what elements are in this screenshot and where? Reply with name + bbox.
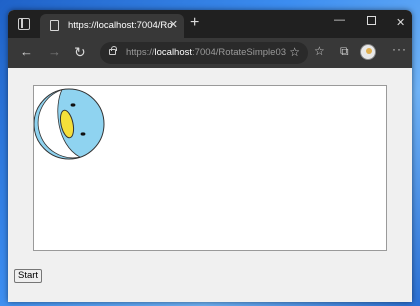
browser-window: https://localhost:7004/RotateSimple ✕ + … [8,10,412,302]
title-bar: https://localhost:7004/RotateSimple ✕ + … [8,10,412,38]
bird-eye-upper [70,103,76,107]
url-host: localhost [154,47,193,58]
minimize-button[interactable]: — [334,14,345,26]
back-button[interactable]: ← [20,45,33,59]
url-text[interactable]: https://localhost:7004/RotateSimple03...… [126,47,286,60]
drawing-canvas [33,85,387,251]
maximize-icon [367,16,376,25]
bird-drawing [34,88,105,160]
page-icon [50,20,59,31]
lock-icon[interactable] [109,46,117,55]
close-window-button[interactable]: ✕ [396,16,405,29]
browser-toolbar: ← → ↻ https://localhost:7004/RotateSimpl… [8,38,412,68]
maximize-button[interactable] [367,16,376,28]
reload-button[interactable]: ↻ [74,45,86,59]
profile-avatar[interactable] [360,44,376,60]
tab-actions-icon[interactable] [18,18,30,30]
address-bar[interactable]: https://localhost:7004/RotateSimple03...… [100,42,308,64]
forward-button[interactable]: → [48,45,61,59]
browser-tab[interactable]: https://localhost:7004/RotateSimple ✕ [40,14,184,38]
close-tab-icon[interactable]: ✕ [169,18,178,31]
start-button[interactable]: Start [14,269,43,283]
more-menu-icon[interactable]: ··· [392,42,407,56]
page-content: Start [8,68,412,302]
url-path: :7004/RotateSimple03.... [192,47,286,58]
bird-eye-lower [80,132,86,136]
tab-title: https://localhost:7004/RotateSimple [68,20,172,31]
collections-icon[interactable]: ⧉ [340,44,349,59]
favorites-icon[interactable]: ☆ [314,44,325,58]
add-favorite-icon[interactable]: ☆ [289,45,300,59]
url-scheme: https:// [126,47,155,58]
new-tab-button[interactable]: + [190,15,199,31]
